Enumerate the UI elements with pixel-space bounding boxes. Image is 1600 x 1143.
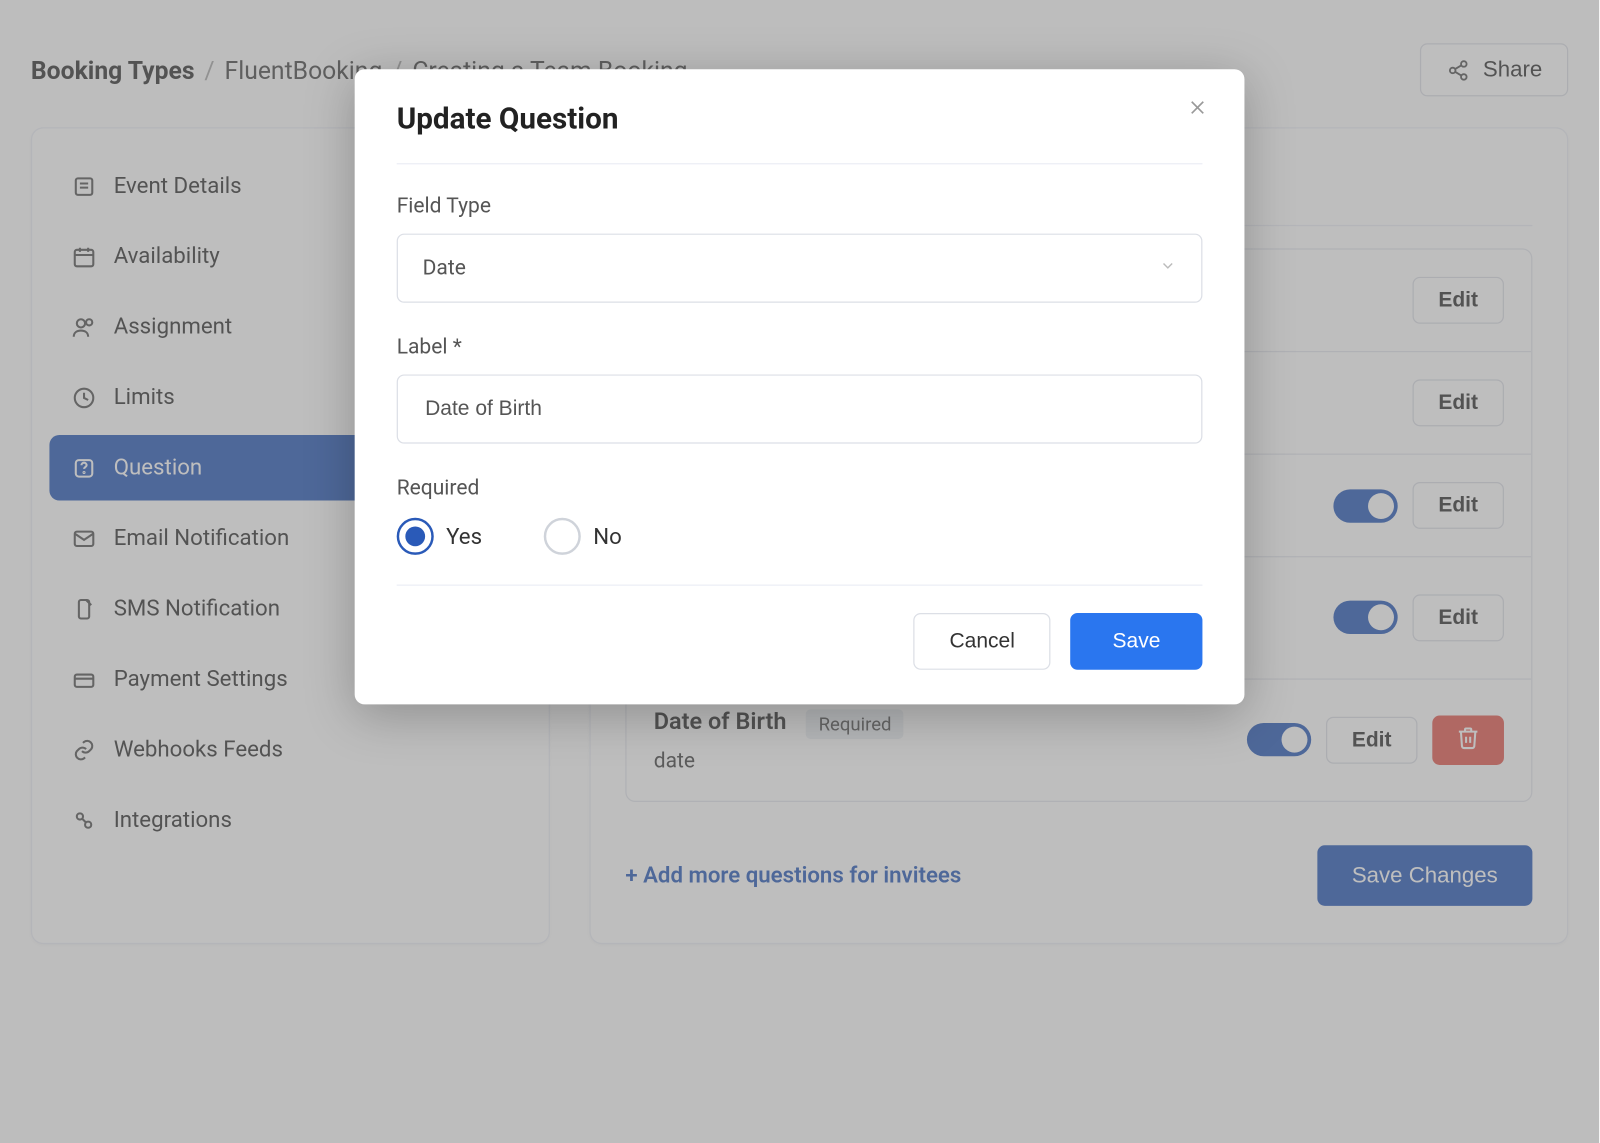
modal-title: Update Question [397, 101, 1203, 136]
save-button[interactable]: Save [1071, 613, 1203, 670]
radio-label: No [593, 523, 622, 549]
required-yes-option[interactable]: Yes [397, 518, 482, 555]
cancel-button[interactable]: Cancel [914, 613, 1051, 670]
required-label: Required [397, 476, 1203, 501]
chevron-down-icon [1159, 256, 1176, 281]
close-icon [1188, 98, 1208, 123]
field-type-select[interactable]: Date [397, 234, 1203, 303]
radio-label: Yes [446, 523, 482, 549]
field-type-value: Date [423, 256, 466, 281]
radio-icon [544, 518, 581, 555]
required-no-option[interactable]: No [544, 518, 622, 555]
label-input-wrap [397, 374, 1203, 443]
radio-icon [397, 518, 434, 555]
modal-overlay[interactable]: Update Question Field Type Date Label * … [0, 0, 1599, 1143]
update-question-modal: Update Question Field Type Date Label * … [355, 69, 1245, 704]
label-input[interactable] [423, 395, 1177, 422]
modal-close-button[interactable] [1180, 96, 1215, 124]
label-field-label: Label * [397, 335, 1203, 360]
field-type-label: Field Type [397, 194, 1203, 219]
